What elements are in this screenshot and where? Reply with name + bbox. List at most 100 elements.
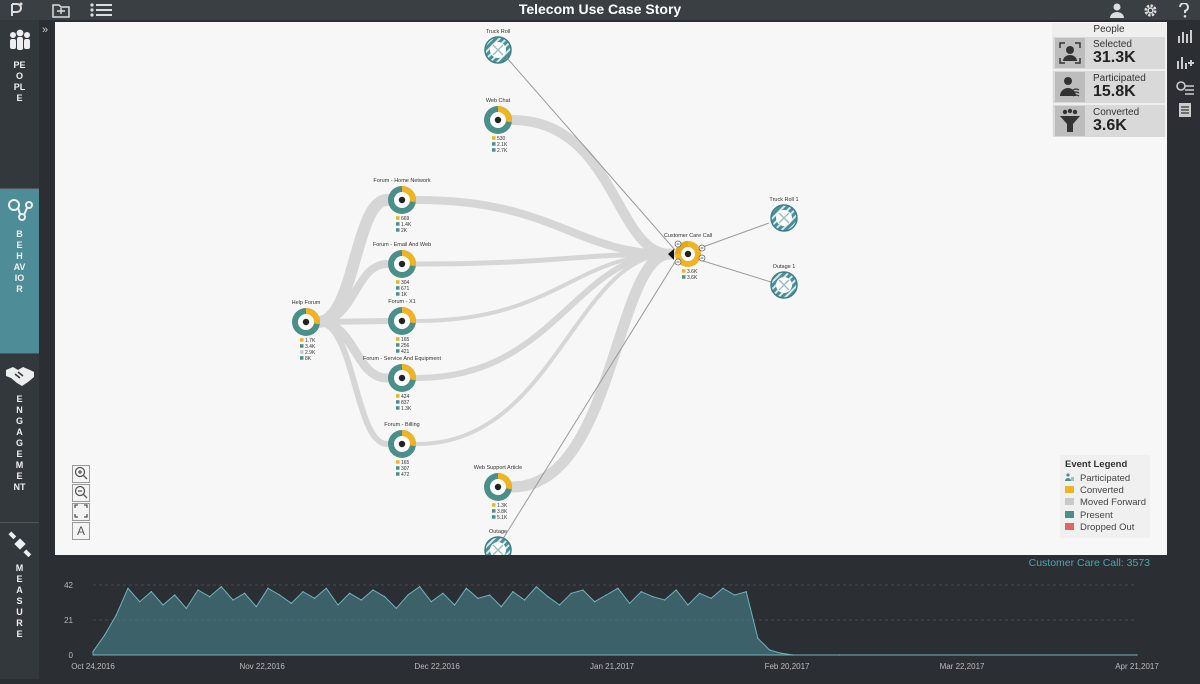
node-truckroll1[interactable]: Truck Roll 1 — [769, 197, 799, 232]
flow-link — [312, 194, 393, 328]
data-point — [838, 654, 841, 656]
journey-graph[interactable]: Truck Roll Web Chat5302.1K2.7K Forum - Hom… — [55, 22, 1167, 555]
filter-list-icon[interactable] — [1176, 80, 1194, 96]
event-legend: Event Legend Participated Converted Move… — [1060, 455, 1150, 538]
node-center — [494, 116, 502, 124]
data-point — [629, 602, 631, 604]
zoom-out-icon — [74, 485, 88, 499]
zoom-in-icon — [74, 466, 88, 480]
data-point — [594, 601, 596, 603]
stat-swatch — [492, 136, 496, 140]
node-center — [398, 196, 406, 204]
data-point — [687, 604, 689, 606]
data-point — [349, 592, 351, 594]
node-email[interactable]: Forum - Email And Web3046711K — [373, 242, 431, 298]
stat-swatch — [682, 269, 686, 273]
selected-value: 31.3K — [1093, 49, 1136, 66]
node-outage1[interactable]: Outage 1 — [770, 264, 798, 299]
legend-item-dropped-out: Dropped Out — [1065, 522, 1134, 533]
x-tick-label: Dec 22,2016 — [414, 662, 460, 671]
node-service[interactable]: Forum - Service And Equipment4248371.3K — [363, 356, 441, 412]
nav-measure[interactable]: MEASURE — [0, 523, 39, 679]
stat-swatch — [300, 338, 304, 342]
data-point — [104, 634, 106, 636]
selected-person-icon — [1055, 38, 1085, 68]
node-center — [398, 440, 406, 448]
text-icon: A — [76, 524, 85, 538]
stat-swatch — [396, 472, 400, 476]
flow-link — [507, 115, 675, 259]
stat-swatch — [682, 275, 686, 279]
selected-card[interactable]: Selected 31.3K — [1053, 37, 1165, 69]
data-point — [605, 594, 607, 596]
data-point — [139, 601, 141, 603]
stat-swatch — [396, 406, 400, 410]
data-point — [150, 591, 152, 593]
flow-link — [415, 252, 672, 446]
data-point — [769, 649, 771, 651]
nav-people-label: PEOPLE — [13, 60, 26, 103]
data-point — [512, 591, 514, 593]
converted-card[interactable]: Converted 3.6K — [1053, 105, 1165, 137]
fit-screen-button[interactable] — [72, 503, 90, 521]
zoom-in-button[interactable] — [72, 465, 90, 483]
behavior-canvas[interactable]: Truck Roll Web Chat 530 2.1K 2.7K Forum - Hom… — [55, 22, 1167, 555]
moved-forward-swatch — [1065, 498, 1074, 505]
data-point — [395, 607, 397, 609]
node-label: Truck Roll — [486, 29, 511, 35]
node-websupport[interactable]: Web Support Article1.3K3.8K5.1K — [474, 465, 523, 521]
document-icon[interactable] — [1176, 102, 1194, 118]
x-tick-label: Apr 21,2017 — [1115, 662, 1159, 671]
help-icon[interactable] — [1175, 0, 1193, 20]
gear-icon[interactable] — [1141, 0, 1159, 20]
node-center — [684, 250, 692, 258]
legend-label: Dropped Out — [1080, 522, 1135, 533]
node-center — [398, 260, 406, 268]
data-point — [710, 597, 712, 599]
y-tick-label: 21 — [64, 616, 73, 625]
data-point — [524, 599, 526, 601]
nav-engagement[interactable]: ENGAGEMENT — [0, 354, 39, 523]
stat-swatch — [396, 228, 400, 232]
user-icon[interactable] — [1108, 0, 1126, 20]
timeline-svg[interactable]: 0 21 42 Oct 24,2016 Nov 22,2016 Dec 22,2016 Ja… — [55, 573, 1167, 679]
data-point — [442, 592, 444, 594]
bar-chart-icon[interactable] — [1176, 28, 1194, 44]
legend-label: Moved Forward — [1080, 497, 1146, 508]
node-label: Web Chat — [486, 98, 511, 104]
zoom-out-button[interactable] — [72, 484, 90, 502]
add-chart-icon[interactable] — [1176, 54, 1194, 70]
data-point — [500, 606, 502, 608]
participated-card[interactable]: Participated 15.8K — [1053, 71, 1165, 103]
collapse-panel-button[interactable]: » — [42, 24, 48, 36]
timeline-chart[interactable]: 0 21 42 Oct 24,2016 Nov 22,2016 Dec 22,2016 Ja… — [55, 573, 1167, 679]
data-point — [162, 604, 164, 606]
x-tick-label: Nov 22,2016 — [239, 662, 285, 671]
node-center — [494, 483, 502, 491]
node-truckroll[interactable]: Truck Roll — [484, 29, 512, 64]
data-point — [407, 594, 409, 596]
node-label: Forum - Service And Equipment — [363, 356, 441, 362]
node-billing[interactable]: Forum - Billing165307472 — [384, 422, 419, 478]
nav-behavior[interactable]: BEHAVIOR — [0, 189, 39, 354]
node-label: Forum - Home Network — [373, 178, 430, 184]
node-webchat[interactable]: Web Chat5302.1K2.7K — [484, 98, 512, 154]
node-x1[interactable]: Forum - X1165256421 — [388, 299, 417, 355]
data-point — [220, 586, 222, 588]
nav-people[interactable]: PEOPLE — [0, 20, 39, 189]
funnel-icon — [1055, 106, 1085, 136]
data-point — [337, 604, 339, 606]
data-point — [174, 594, 176, 596]
legend-label: Present — [1080, 510, 1113, 521]
data-point — [547, 596, 549, 598]
data-point — [652, 596, 654, 598]
nav-behavior-label: BEHAVIOR — [13, 229, 26, 294]
data-point — [314, 597, 316, 599]
node-help[interactable]: Help Forum1.7K3.4K2.9K8K — [292, 300, 321, 362]
stat-swatch — [396, 286, 400, 290]
x-tick-label: Oct 24,2016 — [71, 662, 115, 671]
node-label: Customer Care Call — [664, 233, 712, 239]
stat-swatch — [300, 344, 304, 348]
text-toggle-button[interactable]: A — [72, 522, 90, 540]
connector-line — [699, 259, 772, 283]
